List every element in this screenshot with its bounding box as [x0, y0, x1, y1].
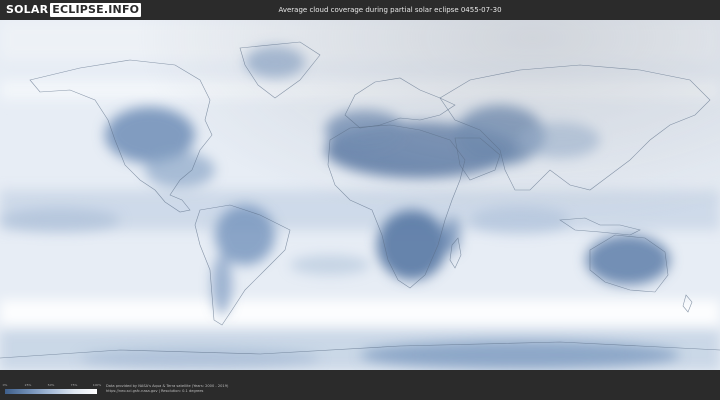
legend-tick-0: 0% [2, 383, 8, 387]
header-bar: SOLAR ECLIPSE.INFO Average cloud coverag… [0, 0, 720, 20]
logo-text-eclipse-info: ECLIPSE.INFO [50, 3, 142, 17]
logo-text-solar: SOLAR [6, 3, 49, 16]
legend-tick-75: 75% [70, 383, 78, 387]
legend-tick-100: 100% [92, 383, 102, 387]
world-cloud-map [0, 20, 720, 370]
cloud-coverage-legend [5, 389, 97, 394]
map-svg [0, 20, 720, 370]
credit-line-2: https://neo.sci.gsfc.nasa.gov | Resoluti… [106, 389, 204, 393]
legend-ticks: 0% 25% 50% 75% 100% [2, 383, 102, 388]
night-shade [0, 20, 720, 370]
site-logo[interactable]: SOLAR ECLIPSE.INFO [6, 3, 142, 17]
data-credit: Data provided by NASA's Aqua & Terra sat… [106, 384, 228, 394]
page-title: Average cloud coverage during partial so… [278, 6, 502, 14]
legend-tick-25: 25% [24, 383, 32, 387]
legend-tick-50: 50% [47, 383, 55, 387]
